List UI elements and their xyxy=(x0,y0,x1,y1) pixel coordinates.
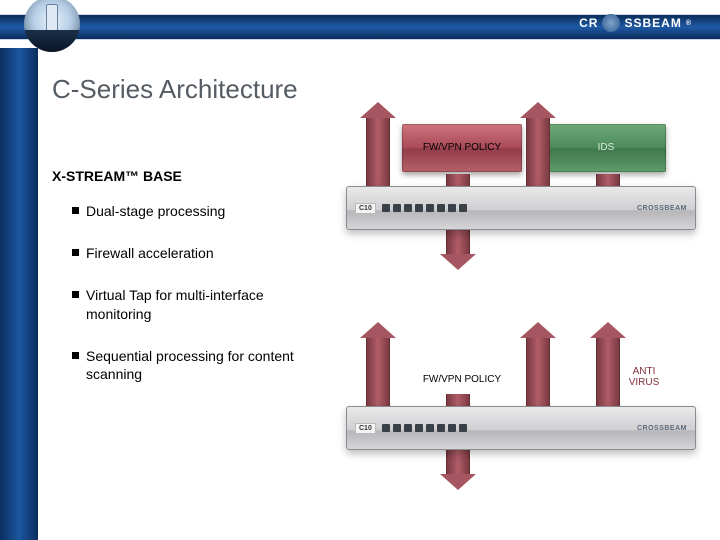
arrow-icon xyxy=(526,102,550,188)
chip-label: FW/VPN POLICY xyxy=(423,142,501,153)
diagram-bottom: FW/VPN POLICY ANTI VIRUS C10 CROSSBEAM xyxy=(346,350,696,495)
bullet-text: Sequential processing for content scanni… xyxy=(86,348,294,382)
bullet-text: Dual-stage processing xyxy=(86,203,225,219)
list-item: Sequential processing for content scanni… xyxy=(72,347,310,383)
device-ports xyxy=(382,204,631,212)
slide-subheading: X-STREAM™ BASE xyxy=(52,168,182,184)
bullet-text: Firewall acceleration xyxy=(86,245,214,261)
device-ports xyxy=(382,424,631,432)
brand-text-b: SSBEAM xyxy=(624,16,681,30)
slide-title: C-Series Architecture xyxy=(52,74,298,105)
diagram-top: FW/VPN POLICY IDS C10 CROSSBEAM xyxy=(346,130,696,275)
fwvpn-chip: FW/VPN POLICY xyxy=(402,124,522,172)
brand-text-a: CR xyxy=(579,16,598,30)
antivirus-label: ANTI VIRUS xyxy=(614,366,674,388)
device-model: C10 xyxy=(355,203,376,214)
list-item: Dual-stage processing xyxy=(72,202,310,220)
bullet-list: Dual-stage processing Firewall accelerat… xyxy=(72,202,310,407)
device-chassis: C10 CROSSBEAM xyxy=(346,406,696,450)
list-item: Virtual Tap for multi-interface monitori… xyxy=(72,286,310,322)
header-banner: CR SSBEAM ® xyxy=(0,0,720,48)
device-chassis: C10 CROSSBEAM xyxy=(346,186,696,230)
device-model: C10 xyxy=(355,423,376,434)
lighthouse-icon xyxy=(24,0,80,52)
globe-icon xyxy=(602,14,620,32)
fwvpn-label: FW/VPN POLICY xyxy=(412,374,512,385)
device-brand: CROSSBEAM xyxy=(637,425,687,432)
arrow-icon xyxy=(526,322,550,408)
trademark-symbol: ® xyxy=(686,20,692,27)
chip-label: IDS xyxy=(598,142,615,153)
device-brand: CROSSBEAM xyxy=(637,205,687,212)
ids-chip: IDS xyxy=(546,124,666,172)
list-item: Firewall acceleration xyxy=(72,244,310,262)
bullet-text: Virtual Tap for multi-interface monitori… xyxy=(86,287,264,321)
arrow-icon xyxy=(596,322,620,408)
vertical-sidebar-stripe xyxy=(0,48,38,540)
brand-logo: CR SSBEAM ® xyxy=(579,14,692,32)
